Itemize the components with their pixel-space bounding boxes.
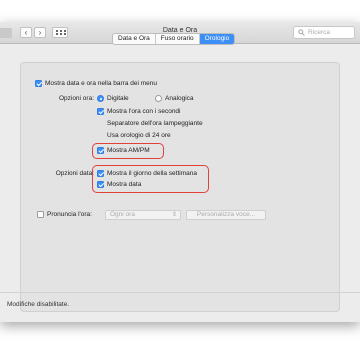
show-seconds-checkbox[interactable] xyxy=(97,108,104,115)
show-seconds-row[interactable]: Mostra l'ora con i secondi xyxy=(97,108,181,115)
footer-bar: Modifiche disabilitate. xyxy=(0,292,360,322)
show-date-row[interactable]: Mostra data xyxy=(97,181,141,188)
blink-separators-row[interactable]: Separatore dell'ora lampeggiante xyxy=(97,120,203,127)
date-options-label: Opzioni data: xyxy=(55,170,94,177)
show-in-menubar-row[interactable]: Mostra data e ora nella barra dei menu xyxy=(35,80,157,87)
show-weekday-label: Mostra il giorno della settimana xyxy=(107,170,197,177)
digital-option[interactable]: Digitale xyxy=(97,95,129,102)
customize-voice-button[interactable]: Personalizza voce... xyxy=(186,210,266,220)
show-seconds-label: Mostra l'ora con i secondi xyxy=(107,108,181,115)
search-placeholder: Ricerca xyxy=(308,29,331,36)
tab-date-time[interactable]: Data e Ora xyxy=(113,34,156,44)
announce-interval-value: Ogni ora xyxy=(110,211,135,218)
show-ampm-label: Mostra AM/PM xyxy=(107,147,150,154)
tab-bar: Data e Ora Fuso orario Orologio xyxy=(112,33,236,45)
tab-clock[interactable]: Orologio xyxy=(199,34,235,44)
show-ampm-checkbox[interactable] xyxy=(97,147,104,154)
show-ampm-row[interactable]: Mostra AM/PM xyxy=(97,147,150,154)
analog-option[interactable]: Analogica xyxy=(155,95,194,102)
stepper-arrows-icon: ⇕ xyxy=(171,212,177,218)
preferences-window: ‹ › Data e Ora Ricerca Mostra data e ora… xyxy=(0,22,360,322)
use-24h-label: Usa orologio di 24 ore xyxy=(107,132,171,139)
show-date-label: Mostra data xyxy=(107,181,142,188)
back-button[interactable]: ‹ xyxy=(20,27,32,38)
announce-time-checkbox[interactable] xyxy=(37,211,44,218)
digital-radio[interactable] xyxy=(97,95,104,102)
search-icon xyxy=(298,29,305,36)
show-in-menubar-label: Mostra data e ora nella barra dei menu xyxy=(45,80,158,87)
digital-label: Digitale xyxy=(107,95,129,102)
search-input[interactable]: Ricerca xyxy=(293,26,355,39)
use-24h-row[interactable]: Usa orologio di 24 ore xyxy=(97,132,171,139)
time-options-label: Opzioni ora: xyxy=(58,95,94,102)
announce-time-row[interactable]: Pronuncia l'ora: xyxy=(37,211,92,218)
show-in-menubar-checkbox[interactable] xyxy=(35,80,42,87)
announce-interval-select[interactable]: Ogni ora ⇕ xyxy=(105,210,181,220)
show-all-button[interactable] xyxy=(52,27,68,38)
announce-time-label: Pronuncia l'ora: xyxy=(47,211,92,218)
analog-label: Analogica xyxy=(165,95,194,102)
show-weekday-checkbox[interactable] xyxy=(97,170,104,177)
analog-radio[interactable] xyxy=(155,95,162,102)
clock-panel: Mostra data e ora nella barra dei menu O… xyxy=(20,62,340,312)
traffic-light-area xyxy=(0,28,12,38)
blink-separators-label: Separatore dell'ora lampeggiante xyxy=(107,120,203,127)
tab-time-zone[interactable]: Fuso orario xyxy=(156,34,200,44)
show-weekday-row[interactable]: Mostra il giorno della settimana xyxy=(97,170,197,177)
grid-icon xyxy=(56,30,58,32)
show-date-checkbox[interactable] xyxy=(97,181,104,188)
forward-button[interactable]: › xyxy=(34,27,46,38)
status-text: Modifiche disabilitate. xyxy=(7,301,70,308)
